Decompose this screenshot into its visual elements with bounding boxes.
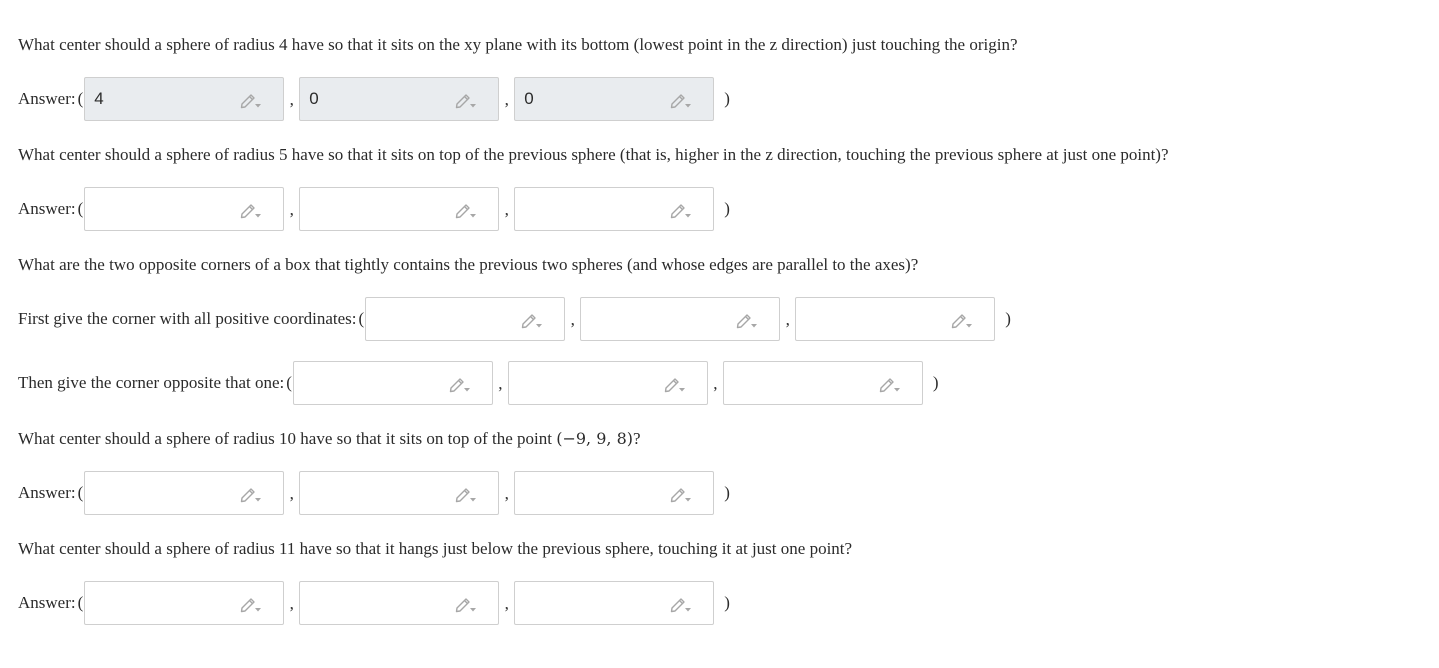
q5-z-input[interactable] bbox=[514, 581, 715, 625]
open-paren: ( bbox=[77, 199, 84, 218]
answer-label: Answer: bbox=[18, 199, 76, 218]
answer-label: Answer: bbox=[18, 593, 76, 612]
pencil-dropdown-icon[interactable] bbox=[878, 375, 902, 393]
q1-x-value: 4 bbox=[94, 89, 104, 108]
first-corner-label: First give the corner with all positive … bbox=[18, 309, 357, 328]
q2-x-input[interactable] bbox=[84, 187, 285, 231]
opposite-corner-label: Then give the corner opposite that one: bbox=[18, 373, 285, 392]
open-paren: ( bbox=[358, 309, 365, 328]
pencil-dropdown-icon[interactable] bbox=[448, 375, 472, 393]
close-paren: ) bbox=[724, 483, 730, 502]
pencil-dropdown-icon[interactable] bbox=[454, 485, 478, 503]
pencil-dropdown-icon[interactable] bbox=[239, 91, 263, 109]
question-4-prompt-text: What center should a sphere of radius 10… bbox=[18, 429, 552, 448]
pencil-dropdown-icon[interactable] bbox=[454, 91, 478, 109]
question-4-prompt: What center should a sphere of radius 10… bbox=[18, 428, 641, 450]
pencil-dropdown-icon[interactable] bbox=[669, 201, 693, 219]
answer-label: Answer: bbox=[18, 89, 76, 108]
question-5-prompt: What center should a sphere of radius 11… bbox=[18, 539, 853, 558]
q2-z-input[interactable] bbox=[514, 187, 715, 231]
question-2-prompt: What center should a sphere of radius 5 … bbox=[18, 145, 1169, 164]
pencil-dropdown-icon[interactable] bbox=[950, 311, 974, 329]
pencil-dropdown-icon[interactable] bbox=[239, 485, 263, 503]
pencil-dropdown-icon[interactable] bbox=[669, 91, 693, 109]
pencil-dropdown-icon[interactable] bbox=[669, 595, 693, 613]
q3b-y-input[interactable] bbox=[507, 361, 708, 405]
pencil-dropdown-icon[interactable] bbox=[520, 311, 544, 329]
pencil-dropdown-icon[interactable] bbox=[669, 485, 693, 503]
comma: , bbox=[289, 200, 294, 219]
q3a-x-input[interactable] bbox=[365, 297, 566, 341]
q1-z-input[interactable]: 0 bbox=[514, 77, 715, 121]
close-paren: ) bbox=[724, 89, 730, 108]
q5-y-input[interactable] bbox=[299, 581, 500, 625]
open-paren: ( bbox=[77, 593, 84, 612]
question-1-prompt: What center should a sphere of radius 4 … bbox=[18, 35, 1018, 54]
q4-y-input[interactable] bbox=[299, 471, 500, 515]
close-paren: ) bbox=[1005, 309, 1011, 328]
q3b-z-input[interactable] bbox=[722, 361, 923, 405]
pencil-dropdown-icon[interactable] bbox=[239, 201, 263, 219]
question-3-prompt: What are the two opposite corners of a b… bbox=[18, 255, 919, 274]
comma: , bbox=[504, 484, 509, 503]
comma: , bbox=[504, 594, 509, 613]
comma: , bbox=[289, 484, 294, 503]
q4-z-input[interactable] bbox=[514, 471, 715, 515]
question-2-answer-row: Answer: ( , , ) bbox=[18, 187, 730, 231]
comma: , bbox=[498, 374, 503, 393]
open-paren: ( bbox=[77, 483, 84, 502]
question-4-answer-row: Answer: ( , , ) bbox=[18, 471, 730, 515]
q3a-z-input[interactable] bbox=[795, 297, 996, 341]
question-1-answer-row: Answer: ( 4 , 0 , 0 ) bbox=[18, 77, 730, 121]
q1-y-value: 0 bbox=[309, 89, 319, 108]
pencil-dropdown-icon[interactable] bbox=[454, 201, 478, 219]
close-paren: ) bbox=[724, 199, 730, 218]
comma: , bbox=[713, 374, 718, 393]
q1-z-value: 0 bbox=[524, 89, 534, 108]
question-4-prompt-end: ? bbox=[633, 429, 641, 448]
pencil-dropdown-icon[interactable] bbox=[663, 375, 687, 393]
pencil-dropdown-icon[interactable] bbox=[239, 595, 263, 613]
question-4-point: (−9, 9, 8) bbox=[556, 429, 633, 448]
question-3-first-corner-row: First give the corner with all positive … bbox=[18, 297, 1011, 341]
comma: , bbox=[785, 310, 790, 329]
open-paren: ( bbox=[77, 89, 84, 108]
question-5-answer-row: Answer: ( , , ) bbox=[18, 581, 730, 625]
comma: , bbox=[504, 90, 509, 109]
question-3-opposite-corner-row: Then give the corner opposite that one: … bbox=[18, 361, 939, 405]
open-paren: ( bbox=[286, 373, 292, 392]
q3a-y-input[interactable] bbox=[580, 297, 781, 341]
comma: , bbox=[289, 594, 294, 613]
answer-label: Answer: bbox=[18, 483, 76, 502]
q4-x-input[interactable] bbox=[84, 471, 285, 515]
q1-x-input[interactable]: 4 bbox=[84, 77, 285, 121]
close-paren: ) bbox=[932, 373, 939, 392]
comma: , bbox=[570, 310, 575, 329]
q2-y-input[interactable] bbox=[299, 187, 500, 231]
pencil-dropdown-icon[interactable] bbox=[735, 311, 759, 329]
pencil-dropdown-icon[interactable] bbox=[454, 595, 478, 613]
q3b-x-input[interactable] bbox=[292, 361, 493, 405]
q5-x-input[interactable] bbox=[84, 581, 285, 625]
close-paren: ) bbox=[724, 593, 730, 612]
q1-y-input[interactable]: 0 bbox=[299, 77, 500, 121]
comma: , bbox=[289, 90, 294, 109]
comma: , bbox=[504, 200, 509, 219]
